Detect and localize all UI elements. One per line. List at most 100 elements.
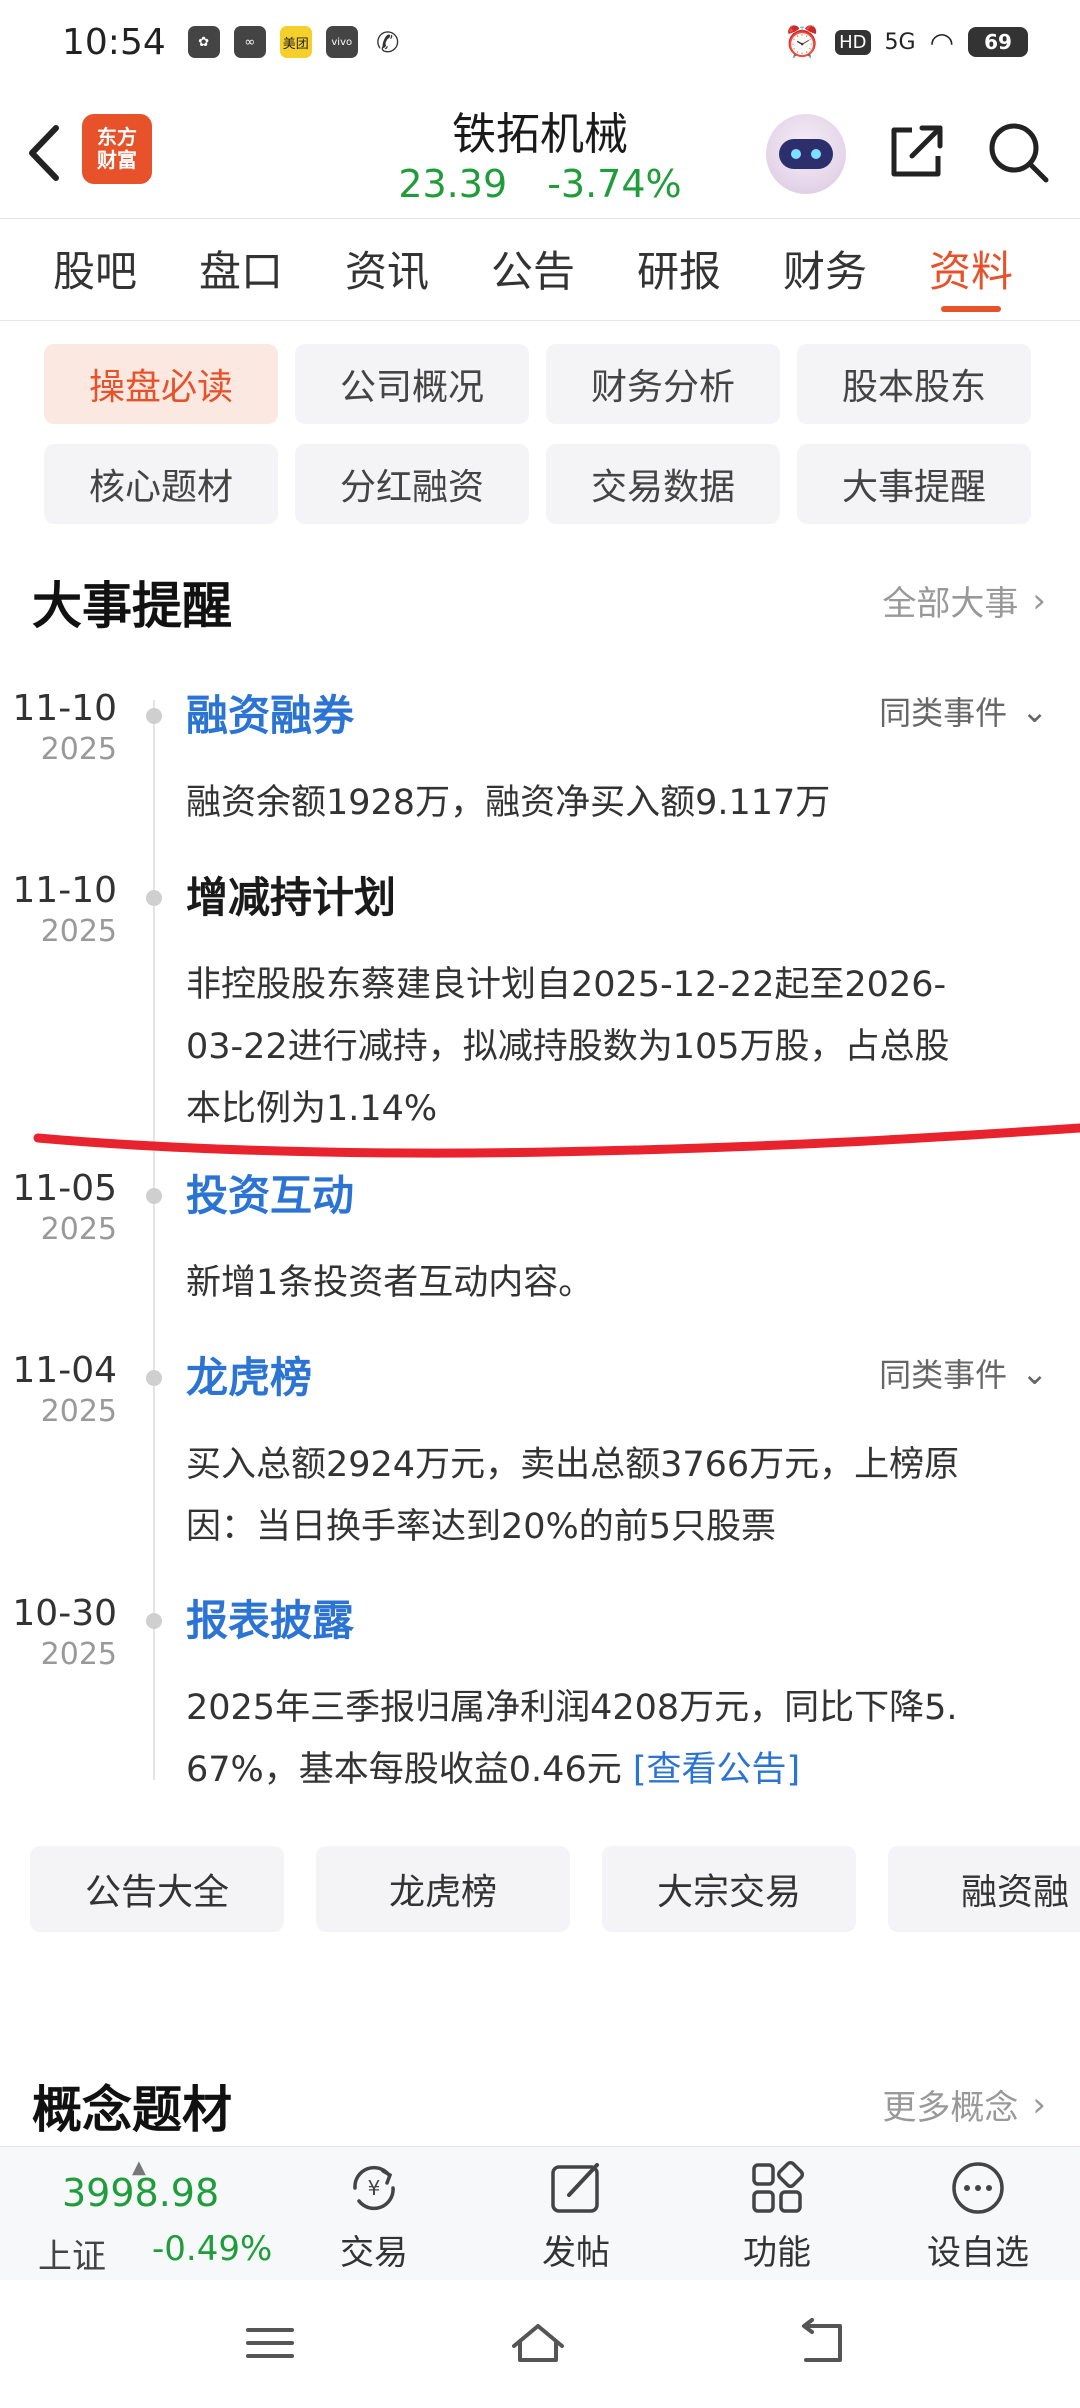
wifi-icon: ◠ xyxy=(929,25,954,59)
index-change: -0.49% xyxy=(152,2229,273,2269)
app-notification-icon: ✿ xyxy=(187,26,220,58)
concept-section-title: 概念题材 xyxy=(32,2081,232,2139)
battery-icon: 69 xyxy=(968,27,1028,57)
event-title-link[interactable]: 融资融券 xyxy=(186,682,354,743)
more-dots-icon xyxy=(952,2162,1004,2214)
nav-add-watchlist-button[interactable]: 设自选 xyxy=(908,2157,1048,2277)
event-description-line: 2025年三季报归属净利润4208万元，同比下降5. xyxy=(186,1688,958,1728)
chip-financial-analysis[interactable]: 财务分析 xyxy=(546,344,780,424)
all-events-link[interactable]: 全部大事 › xyxy=(882,576,1046,625)
event-date: 11-10 xyxy=(12,688,117,729)
event-date: 11-04 xyxy=(12,1350,117,1391)
ai-assistant-avatar[interactable] xyxy=(766,114,846,194)
similar-events-toggle[interactable]: 同类事件 ⌄ xyxy=(879,1350,1048,1396)
chevron-right-icon: › xyxy=(1032,580,1046,621)
event-description: 新增1条投资者互动内容。 xyxy=(186,1263,594,1303)
similar-events-label: 同类事件 xyxy=(879,694,1008,732)
chip-all-announcements[interactable]: 公告大全 xyxy=(30,1846,284,1932)
main-tabs: 股吧 盘口 资讯 公告 研报 财务 资料 xyxy=(0,220,1080,320)
chip-company-overview[interactable]: 公司概况 xyxy=(295,344,529,424)
hd-icon: HD xyxy=(835,29,871,55)
chip-margin-trading[interactable]: 融资融 xyxy=(888,1846,1080,1932)
tab-profile[interactable]: 资料 xyxy=(898,220,1044,320)
chip-core-themes[interactable]: 核心题材 xyxy=(44,444,278,524)
event-description-line: 非控股股东蔡建良计划自2025-12-22起至2026- xyxy=(186,965,947,1005)
back-nav-icon[interactable] xyxy=(792,2318,852,2368)
chip-major-events[interactable]: 大事提醒 xyxy=(797,444,1031,524)
grid-apps-icon xyxy=(752,2160,805,2213)
stock-change-pct: -3.74% xyxy=(547,162,682,206)
timeline-dot xyxy=(146,1188,162,1204)
event-description-line: 买入总额2924万元，卖出总额3766万元，上榜原 xyxy=(186,1445,960,1485)
nav-trade-button[interactable]: ¥ 交易 xyxy=(304,2157,444,2277)
nav-functions-label: 功能 xyxy=(743,2233,811,2273)
timeline-dot xyxy=(146,1613,162,1629)
chip-shareholders[interactable]: 股本股东 xyxy=(797,344,1031,424)
status-time: 10:54 xyxy=(62,21,166,63)
nav-functions-button[interactable]: 功能 xyxy=(707,2157,847,2277)
vivo-icon: vivo xyxy=(325,26,358,58)
timeline-dot xyxy=(146,1370,162,1386)
system-navigation-bar xyxy=(0,2280,1080,2408)
sub-category-chips: 操盘必读 公司概况 财务分析 股本股东 核心题材 分红融资 交易数据 大事提醒 xyxy=(44,344,1044,524)
status-bar: 10:54 ✿ ∞ 美团 vivo ✆ ⏰ HD 5G ◠ 69 xyxy=(0,0,1080,84)
menu-icon[interactable] xyxy=(240,2318,300,2368)
all-events-label: 全部大事 xyxy=(882,584,1019,624)
tabs-divider xyxy=(0,320,1080,321)
tab-finance[interactable]: 财务 xyxy=(752,220,898,320)
alarm-icon: ⏰ xyxy=(783,24,822,60)
event-title-link[interactable]: 投资互动 xyxy=(186,1162,354,1223)
tab-guba[interactable]: 股吧 xyxy=(22,220,168,320)
tab-news[interactable]: 资讯 xyxy=(314,220,460,320)
event-year: 2025 xyxy=(40,732,117,767)
nav-add-watchlist-label: 设自选 xyxy=(927,2233,1029,2273)
chip-dividend-financing[interactable]: 分红融资 xyxy=(295,444,529,524)
event-description-text: 67%，基本每股收益0.46元 xyxy=(186,1750,622,1790)
event-description-line: 03-22进行减持，拟减持股数为105万股，占总股 xyxy=(186,1027,950,1067)
yen-refresh-icon: ¥ xyxy=(353,2165,395,2211)
event-title: 增减持计划 xyxy=(186,873,397,922)
timeline-dot xyxy=(146,708,162,724)
bottom-navigation: ▲ 3998.98 上证 -0.49% ¥ 交易 发帖 功能 设自选 xyxy=(0,2146,1080,2280)
chip-must-read[interactable]: 操盘必读 xyxy=(44,344,278,424)
view-announcement-link[interactable]: [查看公告] xyxy=(633,1750,800,1790)
similar-events-toggle[interactable]: 同类事件 ⌄ xyxy=(879,688,1048,734)
event-date: 10-30 xyxy=(12,1593,117,1634)
chip-dragon-tiger-list[interactable]: 龙虎榜 xyxy=(316,1846,570,1932)
chevron-right-icon: › xyxy=(1032,2084,1046,2125)
similar-events-label: 同类事件 xyxy=(879,1356,1008,1394)
header-divider xyxy=(0,218,1080,219)
tab-research[interactable]: 研报 xyxy=(606,220,752,320)
edit-post-icon xyxy=(551,2163,599,2213)
tab-pankou[interactable]: 盘口 xyxy=(168,220,314,320)
share-icon[interactable] xyxy=(884,120,948,184)
phone-icon: ✆ xyxy=(376,25,400,59)
event-description-line: 因：当日换手率达到20%的前5只股票 xyxy=(186,1507,777,1547)
status-system-icons: ⏰ HD 5G ◠ 69 xyxy=(784,25,1028,60)
network-signal-icon: 5G xyxy=(884,29,916,55)
home-icon[interactable] xyxy=(508,2318,568,2368)
more-concepts-link[interactable]: 更多概念 › xyxy=(882,2080,1046,2129)
event-title-link[interactable]: 龙虎榜 xyxy=(186,1344,312,1405)
events-section-title: 大事提醒 xyxy=(32,577,232,635)
event-year: 2025 xyxy=(40,1212,117,1247)
chevron-down-icon: ⌄ xyxy=(1021,692,1048,730)
chip-block-trades[interactable]: 大宗交易 xyxy=(602,1846,856,1932)
event-date: 11-10 xyxy=(12,870,117,911)
index-value: 3998.98 xyxy=(62,2171,220,2215)
search-icon[interactable] xyxy=(984,118,1052,186)
stock-header: 东方 财富 铁拓机械 23.39 -3.74% xyxy=(0,84,1080,218)
meituan-icon: 美团 xyxy=(279,26,312,58)
tab-announcements[interactable]: 公告 xyxy=(460,220,606,320)
event-description-line-with-link: 67%，基本每股收益0.46元 [查看公告] xyxy=(186,1739,1046,1801)
index-name: 上证 xyxy=(38,2237,106,2277)
nav-post-button[interactable]: 发帖 xyxy=(506,2157,646,2277)
event-date: 11-05 xyxy=(12,1168,117,1209)
chip-trading-data[interactable]: 交易数据 xyxy=(546,444,780,524)
quick-link-chips: 公告大全 龙虎榜 大宗交易 融资融 xyxy=(30,1846,1080,1932)
nav-post-label: 发帖 xyxy=(542,2233,610,2273)
event-year: 2025 xyxy=(40,914,117,949)
stock-price: 23.39 xyxy=(398,162,508,206)
event-title-link[interactable]: 报表披露 xyxy=(186,1587,354,1648)
event-year: 2025 xyxy=(40,1637,117,1672)
